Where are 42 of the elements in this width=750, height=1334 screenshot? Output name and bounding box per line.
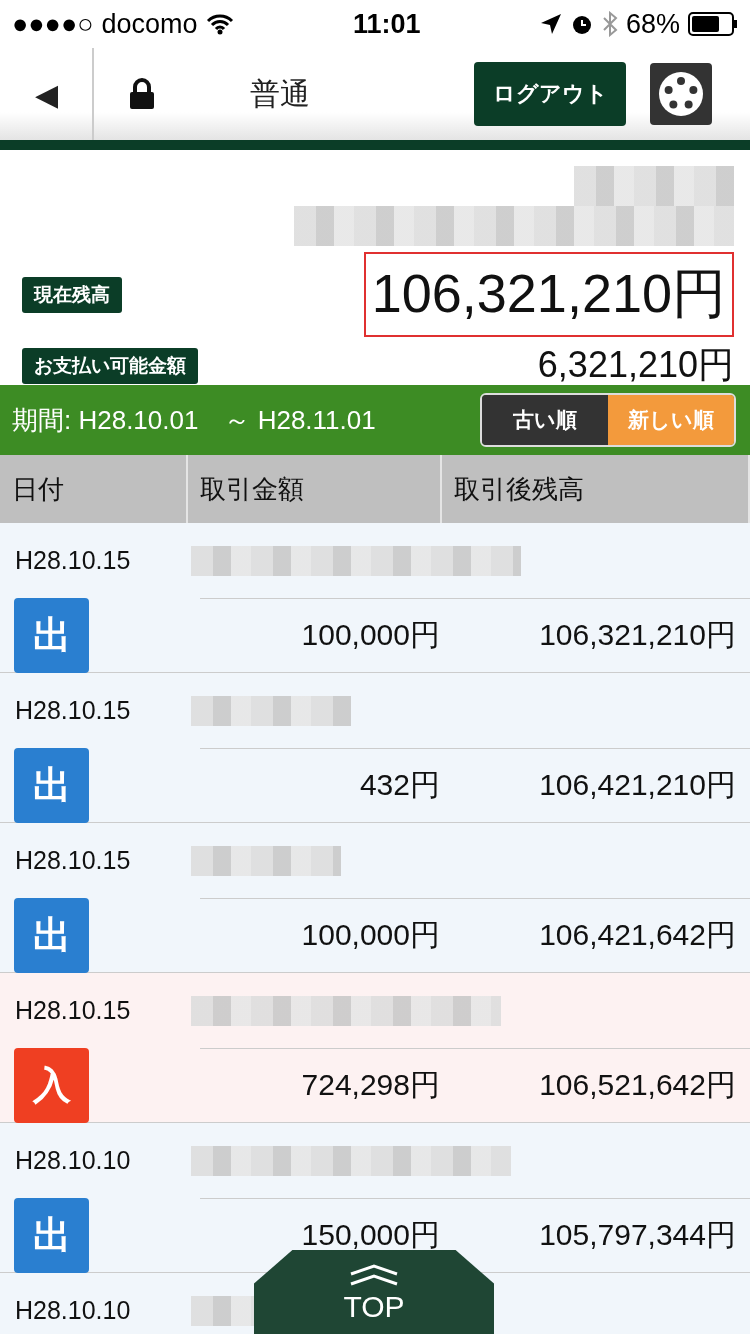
date-text: H28.10.15 (15, 696, 132, 725)
balance-text: 106,421,642円 (538, 917, 737, 953)
withdrawal-badge: 出 (14, 1198, 89, 1273)
amount-text: 432円 (358, 767, 440, 803)
carrier-name: docomo (101, 8, 198, 40)
bluetooth-icon (601, 11, 618, 37)
location-arrow-icon (539, 13, 562, 35)
balance-text: 106,421,210円 (538, 767, 737, 803)
balance-text: 106,521,642円 (538, 1067, 737, 1103)
date-text: H28.10.15 (15, 996, 132, 1025)
transaction-row[interactable]: H28.10.15 入 724,298円 106,521,642円 (0, 973, 750, 1123)
page-title: 普通 (250, 75, 311, 112)
amount-text: 150,000円 (300, 1217, 440, 1253)
current-balance: 106,321,210円 (363, 252, 734, 337)
wifi-icon (205, 13, 234, 35)
amount-text: 100,000円 (300, 617, 440, 653)
deposit-badge: 入 (14, 1048, 89, 1123)
padlock-icon (128, 78, 156, 110)
logout-button[interactable]: ログアウト (474, 62, 626, 126)
amount-text: 724,298円 (300, 1067, 440, 1103)
top-button[interactable]: TOP (254, 1250, 494, 1334)
available-label: お支払い可能金額 (22, 347, 198, 384)
battery-icon (688, 12, 738, 36)
battery-percent: 68% (625, 8, 680, 40)
withdrawal-badge: 出 (14, 748, 89, 823)
balance-text: 106,321,210円 (538, 617, 737, 653)
date-text: H28.10.10 (15, 1296, 132, 1325)
period-range: 期間: H28.10.01 ～ H28.11.01 (12, 403, 376, 437)
double-chevron-up-icon (349, 1264, 399, 1286)
date-text: H28.10.15 (15, 846, 132, 875)
date-text: H28.10.10 (15, 1146, 132, 1175)
balance-label: 現在残高 (22, 276, 122, 313)
withdrawal-badge: 出 (14, 898, 89, 973)
sort-tab[interactable]: 古い順 (482, 395, 608, 445)
date-text: H28.10.15 (15, 546, 132, 575)
signal-dots: ●●●●○ (12, 8, 94, 40)
menu-button[interactable] (650, 63, 712, 125)
amount-text: 100,000円 (300, 917, 440, 953)
available-amount: 6,321,210円 (537, 343, 734, 387)
withdrawal-badge: 出 (14, 598, 89, 673)
clock-time: 11:01 (353, 8, 421, 40)
balance-text: 105,797,344円 (538, 1217, 737, 1253)
